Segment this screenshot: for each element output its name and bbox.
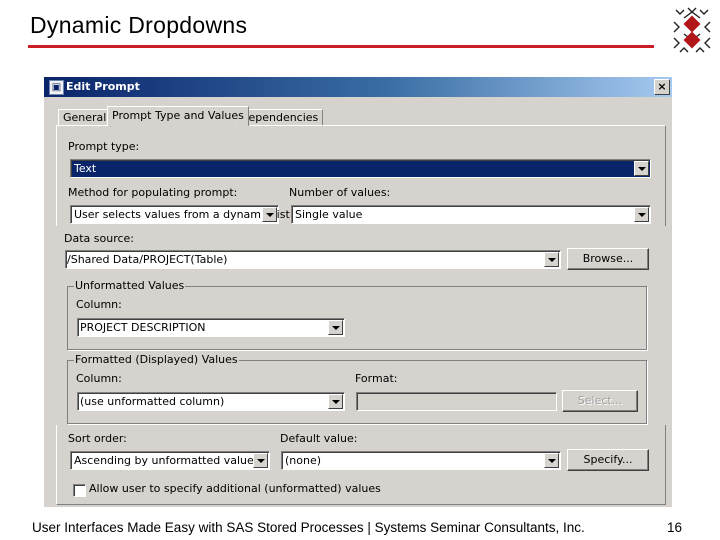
- default-value-select[interactable]: (none): [281, 451, 561, 470]
- formatted-column-value: (use unformatted column): [80, 395, 225, 408]
- chevron-down-icon[interactable]: [253, 453, 268, 468]
- prompt-type-value: Text: [74, 162, 97, 175]
- unformatted-values-group-label: Unformatted Values: [74, 279, 186, 292]
- method-select[interactable]: User selects values from a dynamic list: [70, 205, 290, 224]
- sort-order-value: Ascending by unformatted value: [74, 454, 254, 467]
- prompt-type-label: Prompt type:: [68, 140, 140, 153]
- browse-button[interactable]: Browse...: [567, 248, 649, 270]
- default-value-label: Default value:: [280, 432, 358, 445]
- chevron-down-icon[interactable]: [634, 161, 649, 176]
- sort-order-select[interactable]: Ascending by unformatted value: [70, 451, 270, 470]
- format-input[interactable]: [356, 392, 557, 411]
- close-button[interactable]: ×: [654, 79, 670, 95]
- number-of-values-value: Single value: [295, 208, 363, 221]
- unformatted-column-label: Column:: [76, 298, 122, 311]
- app-icon: ▣: [49, 80, 64, 95]
- chevron-down-icon[interactable]: [544, 453, 559, 468]
- tab-prompt-type-and-values[interactable]: Prompt Type and Values: [107, 106, 249, 126]
- number-of-values-label: Number of values:: [289, 186, 391, 199]
- page-number: 16: [667, 520, 683, 535]
- formatted-column-select[interactable]: (use unformatted column): [77, 392, 345, 411]
- chevron-down-icon[interactable]: [262, 207, 277, 222]
- slide-title: Dynamic Dropdowns: [30, 12, 248, 38]
- title-underline: [28, 45, 654, 48]
- dialog-titlebar: ▣ Edit Prompt ×: [44, 77, 672, 97]
- dialog-title: Edit Prompt: [66, 80, 140, 93]
- sort-order-label: Sort order:: [68, 432, 127, 445]
- method-value: User selects values from a dynamic list: [74, 208, 290, 221]
- unformatted-column-value: PROJECT DESCRIPTION: [80, 321, 206, 334]
- chevron-down-icon[interactable]: [328, 394, 343, 409]
- chevron-down-icon[interactable]: [328, 320, 343, 335]
- tab-panel: Prompt type: Text Method for populating …: [44, 125, 667, 505]
- default-value-value: (none): [285, 454, 322, 467]
- number-of-values-select[interactable]: Single value: [291, 205, 651, 224]
- data-source-label: Data source:: [64, 232, 134, 245]
- chevron-down-icon[interactable]: [544, 252, 559, 267]
- data-source-select[interactable]: /Shared Data/PROJECT(Table): [65, 250, 561, 269]
- method-label: Method for populating prompt:: [68, 186, 238, 199]
- company-logo-icon: [673, 7, 711, 53]
- data-source-value: /Shared Data/PROJECT(Table): [67, 253, 228, 266]
- chevron-down-icon[interactable]: [634, 207, 649, 222]
- allow-additional-checkbox[interactable]: [73, 484, 86, 497]
- formatted-values-group: Formatted (Displayed) Values Column: (us…: [67, 353, 647, 424]
- allow-additional-label[interactable]: Allow user to specify additional (unform…: [89, 482, 381, 495]
- unformatted-column-select[interactable]: PROJECT DESCRIPTION: [77, 318, 345, 337]
- footer-text: User Interfaces Made Easy with SAS Store…: [32, 520, 585, 535]
- format-label: Format:: [355, 372, 398, 385]
- specify-button[interactable]: Specify...: [567, 449, 649, 471]
- edit-prompt-dialog: ▣ Edit Prompt × General Prompt Type and …: [44, 77, 672, 507]
- formatted-column-label: Column:: [76, 372, 122, 385]
- formatted-values-group-label: Formatted (Displayed) Values: [74, 353, 239, 366]
- select-format-button[interactable]: Select...: [562, 390, 638, 412]
- unformatted-values-group: Unformatted Values Column: PROJECT DESCR…: [67, 279, 647, 350]
- prompt-type-select[interactable]: Text: [70, 159, 651, 178]
